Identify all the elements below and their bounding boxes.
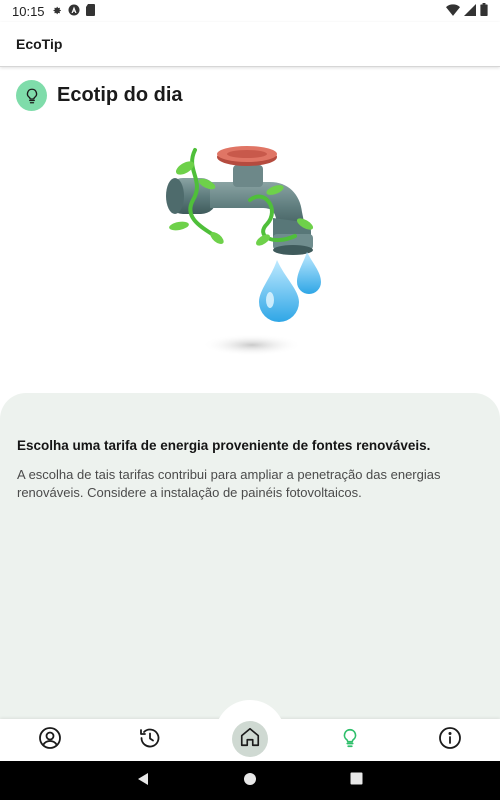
- account-icon: [38, 726, 62, 755]
- settings-gear-icon: [51, 4, 62, 19]
- status-time: 10:15: [12, 3, 45, 19]
- app-bar: EcoTip: [0, 22, 500, 67]
- back-triangle-icon: [136, 772, 150, 791]
- home-icon: [239, 726, 261, 753]
- app-title: EcoTip: [16, 36, 63, 52]
- recents-square-icon: [350, 772, 363, 790]
- wifi-icon: [446, 3, 460, 19]
- history-icon: [138, 726, 162, 755]
- tip-description: A escolha de tais tarifas contribui para…: [17, 467, 441, 500]
- status-left: 10:15: [12, 3, 96, 19]
- home-system-button[interactable]: [241, 772, 259, 790]
- nav-profile[interactable]: [32, 725, 68, 755]
- battery-icon: [480, 3, 488, 19]
- faucet-illustration: [155, 140, 345, 365]
- status-right: [446, 3, 488, 19]
- home-circle-icon: [243, 772, 257, 791]
- signal-icon: [464, 3, 476, 19]
- info-icon: [438, 726, 462, 755]
- back-button[interactable]: [134, 772, 152, 790]
- tip-card: Escolha uma tarifa de energia provenient…: [0, 393, 500, 723]
- tip-header: Ecotip do dia: [16, 80, 183, 111]
- lightbulb-icon: [16, 80, 47, 111]
- nav-ecotip[interactable]: [332, 725, 368, 755]
- android-a-icon: [68, 4, 80, 19]
- nav-info[interactable]: [432, 725, 468, 755]
- sd-card-icon: [85, 3, 96, 19]
- tip-heading: Ecotip do dia: [57, 84, 183, 106]
- recents-button[interactable]: [347, 772, 365, 790]
- tip-title: Escolha uma tarifa de energia provenient…: [17, 438, 431, 453]
- nav-history[interactable]: [132, 725, 168, 755]
- status-bar: 10:15: [0, 0, 500, 22]
- nav-home[interactable]: [232, 721, 268, 757]
- lightbulb-icon: [339, 727, 361, 754]
